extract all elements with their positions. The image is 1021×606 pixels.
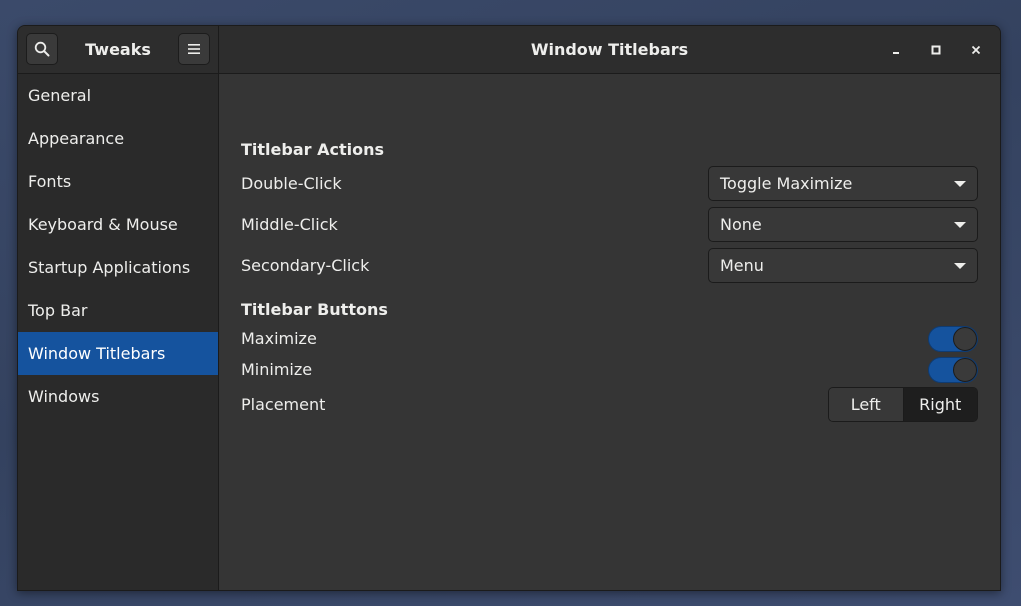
sidebar-header: Tweaks — [18, 26, 219, 73]
placement-right-button[interactable]: Right — [903, 388, 977, 421]
search-button[interactable] — [26, 33, 58, 65]
dropdown-arrow-icon — [954, 222, 966, 228]
sidebar-item-window-titlebars[interactable]: Window Titlebars — [18, 332, 218, 375]
double-click-label: Double-Click — [241, 174, 342, 193]
placement-label: Placement — [241, 395, 326, 414]
placement-selector: Left Right — [828, 387, 978, 422]
sidebar-item-general[interactable]: General — [18, 74, 218, 117]
switch-knob — [953, 327, 977, 351]
header-bar: Tweaks Window Titlebars — [18, 26, 1000, 74]
titlebar-actions-heading: Titlebar Actions — [241, 140, 384, 159]
double-click-dropdown[interactable]: Toggle Maximize — [708, 166, 978, 201]
sidebar: General Appearance Fonts Keyboard & Mous… — [18, 74, 219, 590]
secondary-click-dropdown[interactable]: Menu — [708, 248, 978, 283]
search-icon — [34, 41, 50, 57]
placement-left-button[interactable]: Left — [829, 388, 904, 421]
dropdown-arrow-icon — [954, 181, 966, 187]
middle-click-dropdown[interactable]: None — [708, 207, 978, 242]
close-window-button[interactable] — [964, 38, 988, 62]
main-menu-button[interactable] — [178, 33, 210, 65]
window-title: Window Titlebars — [530, 40, 689, 59]
double-click-value: Toggle Maximize — [720, 174, 853, 193]
minimize-label: Minimize — [241, 360, 313, 379]
maximize-switch[interactable] — [928, 326, 978, 352]
secondary-click-label: Secondary-Click — [241, 256, 370, 275]
app-title: Tweaks — [85, 40, 151, 59]
sidebar-item-startup-applications[interactable]: Startup Applications — [18, 246, 218, 289]
window-close-icon — [971, 45, 981, 55]
sidebar-item-keyboard-mouse[interactable]: Keyboard & Mouse — [18, 203, 218, 246]
hamburger-menu-icon — [188, 44, 200, 54]
sidebar-item-appearance[interactable]: Appearance — [18, 117, 218, 160]
minimize-window-button[interactable] — [884, 38, 908, 62]
middle-click-label: Middle-Click — [241, 215, 338, 234]
middle-click-value: None — [720, 215, 762, 234]
window-minimize-icon — [893, 52, 899, 54]
switch-knob — [953, 358, 977, 382]
window-maximize-icon — [931, 45, 941, 55]
maximize-label: Maximize — [241, 329, 317, 348]
sidebar-item-windows[interactable]: Windows — [18, 375, 218, 418]
secondary-click-value: Menu — [720, 256, 764, 275]
minimize-switch[interactable] — [928, 357, 978, 383]
sidebar-item-top-bar[interactable]: Top Bar — [18, 289, 218, 332]
tweaks-window: Tweaks Window Titlebars General Appearan… — [17, 25, 1001, 591]
maximize-window-button[interactable] — [924, 38, 948, 62]
dropdown-arrow-icon — [954, 263, 966, 269]
settings-panel: Titlebar Actions Double-Click Toggle Max… — [241, 74, 978, 590]
titlebar-buttons-heading: Titlebar Buttons — [241, 300, 388, 319]
sidebar-item-fonts[interactable]: Fonts — [18, 160, 218, 203]
